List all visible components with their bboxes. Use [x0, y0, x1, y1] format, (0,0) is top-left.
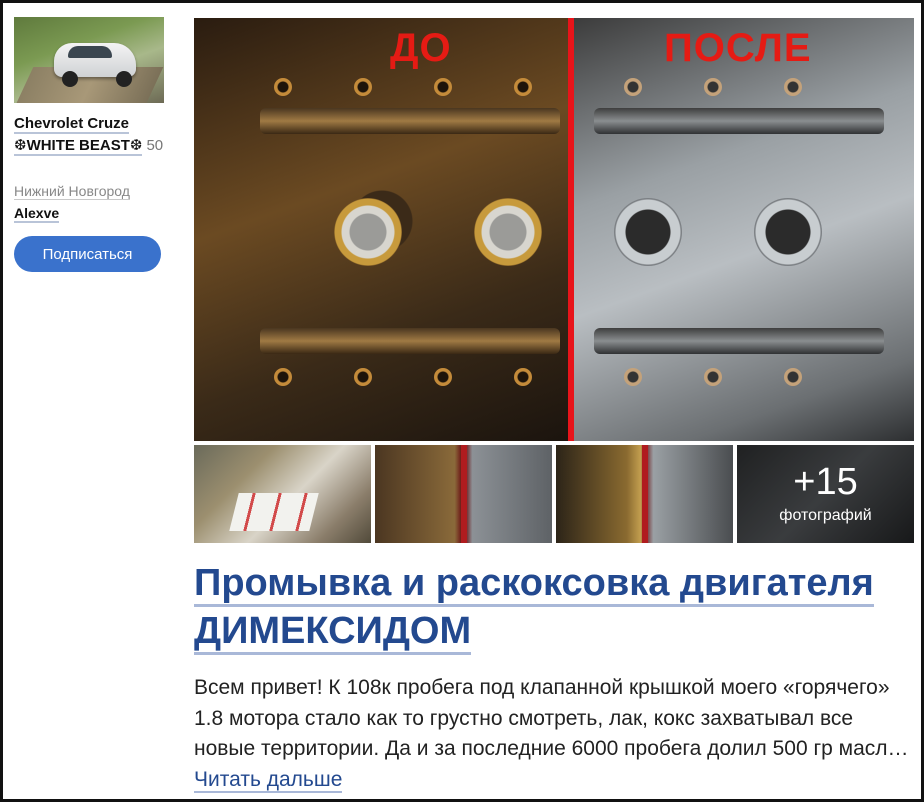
- bolt-shape: [354, 78, 372, 96]
- bolt-shape: [704, 368, 722, 386]
- post-excerpt: Всем привет! К 108к пробега под клапанно…: [194, 673, 914, 795]
- city-link[interactable]: Нижний Новгород: [14, 183, 130, 200]
- author-label: Alexve: [14, 205, 60, 223]
- camshaft-shape: [594, 328, 884, 354]
- bolt-shape: [624, 368, 642, 386]
- camshaft-shape: [260, 108, 560, 134]
- more-photos-thumbnail[interactable]: +15 фотографий: [737, 445, 914, 543]
- wheel-shape: [116, 71, 132, 87]
- spark-port-shape: [474, 198, 542, 266]
- after-label: ПОСЛЕ: [664, 26, 812, 70]
- bolt-shape: [274, 368, 292, 386]
- bolt-shape: [434, 78, 452, 96]
- bolt-shape: [784, 368, 802, 386]
- thumbnail[interactable]: [556, 445, 733, 543]
- bolt-shape: [624, 78, 642, 96]
- after-engine-image: [574, 18, 914, 441]
- bolt-shape: [434, 368, 452, 386]
- spark-port-shape: [754, 198, 822, 266]
- divider-stripe: [461, 445, 467, 543]
- camshaft-shape: [260, 328, 560, 354]
- city-label: Нижний Новгород: [14, 183, 130, 200]
- subscribe-button[interactable]: Подписаться: [14, 236, 161, 272]
- bolt-shape: [514, 368, 532, 386]
- post-card: Chevrolet Cruze ❆WHITE BEAST❆ 50 Нижний Н…: [0, 0, 924, 802]
- spark-port-shape: [614, 198, 682, 266]
- car-photo[interactable]: [14, 17, 164, 103]
- more-photos-label: фотографий: [779, 507, 872, 524]
- before-after-divider: [568, 18, 574, 441]
- thumbnail[interactable]: [375, 445, 552, 543]
- more-photos-count: +15: [793, 461, 858, 503]
- before-label: ДО: [390, 26, 452, 70]
- before-engine-image: [194, 18, 570, 441]
- spark-port-shape: [334, 198, 402, 266]
- car-name: Chevrolet Cruze ❆WHITE BEAST❆ 50: [14, 113, 164, 157]
- read-more-link[interactable]: Читать дальше: [194, 767, 343, 793]
- divider-stripe: [642, 445, 648, 543]
- author-link[interactable]: Alexve: [14, 205, 60, 223]
- wheel-shape: [62, 71, 78, 87]
- camshaft-shape: [594, 108, 884, 134]
- car-count: 50: [146, 137, 164, 154]
- post-title-link[interactable]: Промывка и раскоксовка двигателя ДИМЕКСИ…: [194, 562, 874, 655]
- thumbnail[interactable]: [194, 445, 371, 543]
- thumbnail-strip: +15 фотографий: [194, 445, 914, 543]
- car-name-link[interactable]: Chevrolet Cruze ❆WHITE BEAST❆: [14, 115, 143, 156]
- bolt-shape: [784, 78, 802, 96]
- main-photo[interactable]: ДО ПОСЛЕ: [194, 18, 914, 441]
- bolt-shape: [354, 368, 372, 386]
- post-excerpt-text: Всем привет! К 108к пробега под клапанно…: [194, 676, 909, 760]
- bolt-shape: [274, 78, 292, 96]
- boxes-shape: [229, 493, 319, 531]
- post-title: Промывка и раскоксовка двигателя ДИМЕКСИ…: [194, 559, 914, 655]
- bolt-shape: [704, 78, 722, 96]
- bolt-shape: [514, 78, 532, 96]
